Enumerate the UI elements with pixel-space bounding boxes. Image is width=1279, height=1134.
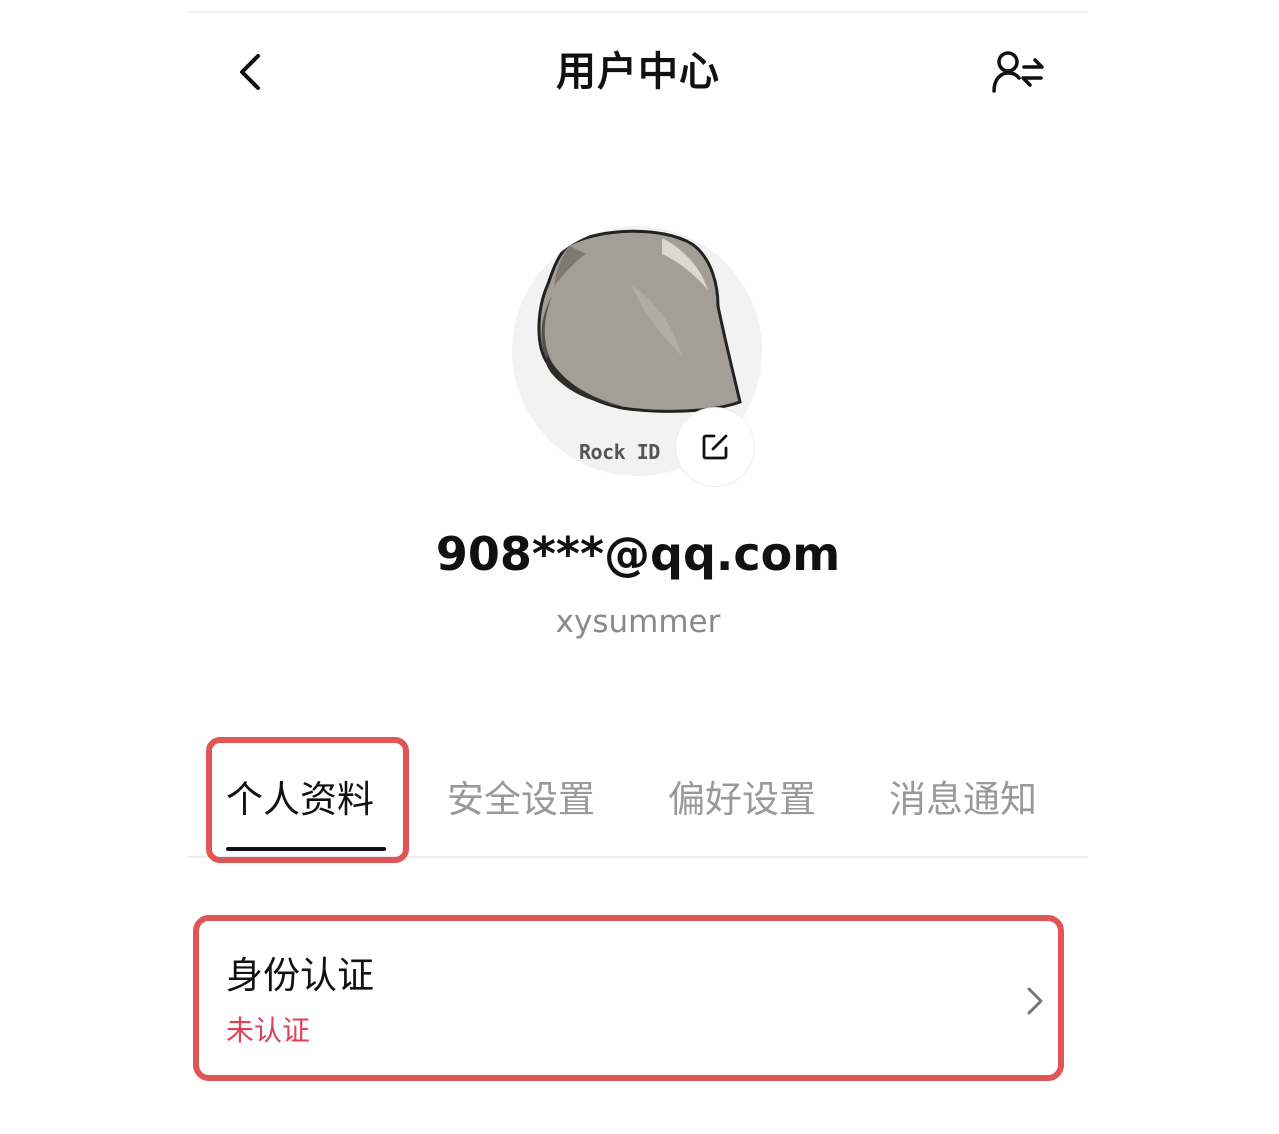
account-nickname: xysummer [555, 604, 721, 640]
back-button[interactable] [226, 44, 274, 100]
tab-personal-info[interactable]: 个人资料 [226, 770, 374, 830]
page-title: 用户中心 [556, 49, 720, 95]
chevron-right-icon [1027, 987, 1043, 1015]
top-divider [188, 11, 1088, 13]
identity-verification-item[interactable]: 身份认证 未认证 [200, 921, 1058, 1075]
avatar-caption: Rock ID [579, 440, 660, 464]
tab-security-settings[interactable]: 安全设置 [447, 770, 595, 830]
tab-preference-settings[interactable]: 偏好设置 [668, 770, 816, 830]
edit-avatar-button[interactable] [676, 408, 754, 486]
chevron-left-icon [240, 54, 260, 90]
tab-bar: 个人资料 安全设置 偏好设置 消息通知 [188, 740, 1088, 858]
active-tab-indicator [226, 847, 386, 851]
tab-message-notifications[interactable]: 消息通知 [889, 770, 1037, 830]
user-switch-icon [992, 51, 1044, 93]
identity-verification-title: 身份认证 [226, 954, 374, 997]
switch-account-button[interactable] [988, 46, 1050, 98]
edit-icon [702, 434, 728, 460]
verification-status: 未认证 [226, 1014, 311, 1047]
account-email: 908***@qq.com [435, 527, 841, 581]
